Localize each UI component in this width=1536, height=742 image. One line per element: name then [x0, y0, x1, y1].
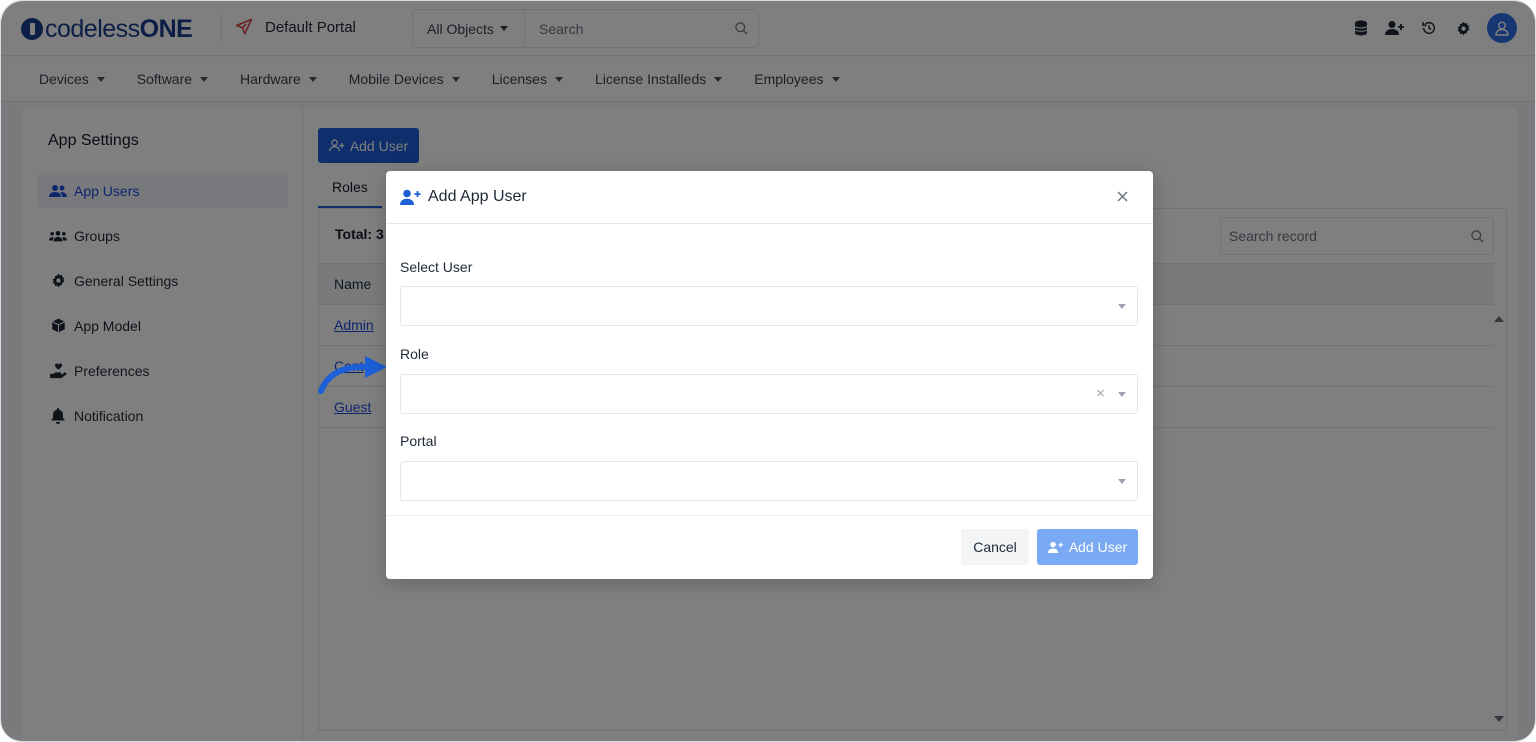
clear-icon[interactable]: × — [1096, 385, 1105, 402]
portal-dropdown[interactable] — [400, 461, 1138, 501]
select-user-dropdown[interactable] — [400, 286, 1138, 326]
dialog-footer: Cancel Add User — [386, 515, 1153, 579]
cancel-button[interactable]: Cancel — [961, 529, 1029, 565]
add-user-icon — [400, 189, 421, 205]
close-icon[interactable] — [1113, 187, 1131, 205]
chevron-down-icon — [1118, 479, 1126, 484]
confirm-add-user-button[interactable]: Add User — [1037, 529, 1138, 565]
portal-label: Portal — [400, 433, 437, 449]
select-user-label: Select User — [400, 259, 473, 275]
dialog-header: Add App User — [386, 171, 1153, 224]
app-window: codelessONE Default Portal All Objects S… — [0, 0, 1536, 742]
role-dropdown[interactable]: × — [400, 374, 1138, 414]
annotation-arrow-icon — [318, 356, 387, 394]
confirm-add-user-label: Add User — [1068, 539, 1128, 555]
add-app-user-dialog: Add App User Select User Role × Portal C… — [386, 171, 1153, 579]
chevron-down-icon — [1118, 304, 1126, 309]
chevron-down-icon — [1118, 392, 1126, 397]
add-user-icon — [1047, 541, 1063, 553]
role-label: Role — [400, 346, 429, 362]
dialog-title: Add App User — [428, 188, 527, 205]
